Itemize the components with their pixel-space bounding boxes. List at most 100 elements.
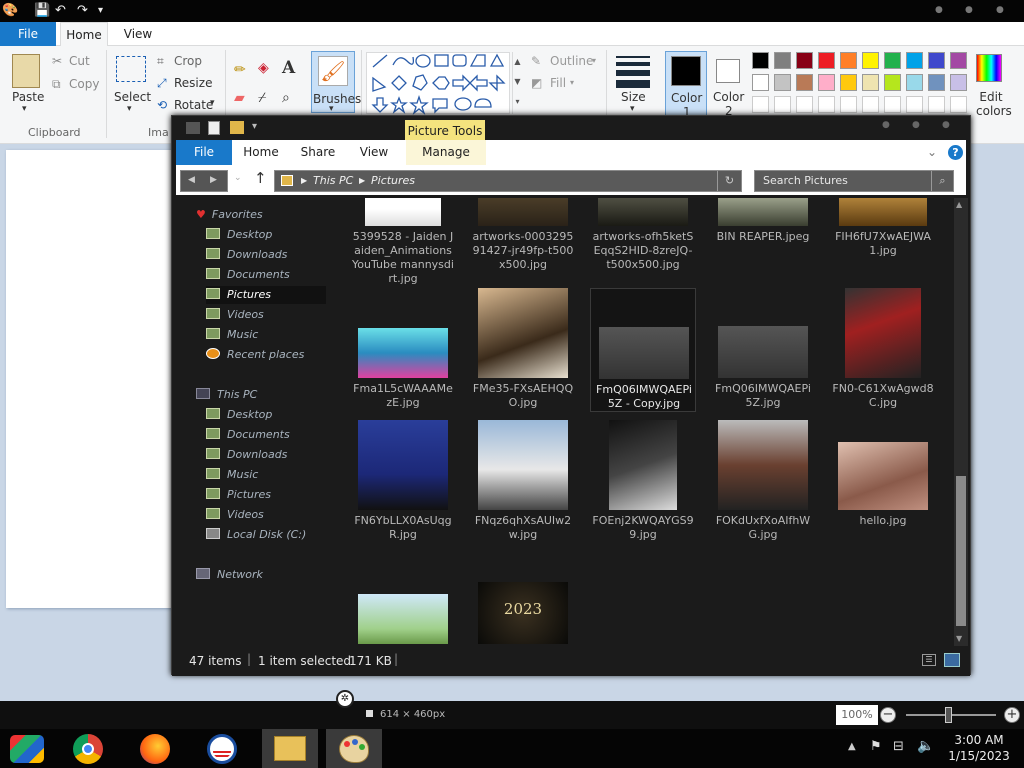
file-item[interactable]: FIH6fU7XwAEJWA1.jpg bbox=[830, 198, 936, 302]
clock[interactable]: 3:00 AM 1/15/2023 bbox=[940, 732, 1018, 764]
nav-item-local-disk-c[interactable]: Local Disk (C:) bbox=[206, 526, 306, 544]
tab-manage[interactable]: Manage bbox=[406, 140, 486, 165]
redo-icon[interactable]: ↷ bbox=[77, 3, 88, 18]
expand-ribbon-icon[interactable]: ⌄ bbox=[924, 140, 940, 165]
zoom-out-icon[interactable]: − bbox=[880, 707, 896, 723]
nav-item-desktop[interactable]: Desktop bbox=[206, 226, 272, 244]
size-button[interactable]: Size bbox=[621, 90, 646, 104]
file-item[interactable]: FOEnj2KWQAYGS99.jpg bbox=[590, 420, 696, 544]
color-swatch[interactable] bbox=[840, 74, 857, 91]
nav-item-downloads[interactable]: Downloads bbox=[206, 246, 287, 264]
shapes-icons[interactable] bbox=[367, 53, 511, 115]
new-folder-icon[interactable] bbox=[230, 121, 244, 134]
crop-icon[interactable]: ⌗ bbox=[157, 54, 164, 69]
color1-button[interactable]: Color 1 bbox=[665, 51, 707, 121]
help-icon[interactable]: ? bbox=[948, 145, 963, 160]
color-swatch[interactable] bbox=[862, 52, 879, 69]
chevron-down-icon[interactable]: ▾ bbox=[592, 56, 596, 65]
brushes-button[interactable]: 🖌 Brushes ▾ bbox=[311, 51, 361, 114]
forward-icon[interactable]: ▶ bbox=[210, 175, 217, 185]
magnifier-icon[interactable]: ⌕ bbox=[282, 90, 290, 106]
chevron-down-icon[interactable]: ▾ bbox=[570, 78, 574, 87]
scrollbar[interactable]: ▲ ▼ bbox=[954, 198, 968, 646]
chrome-taskbar-button[interactable] bbox=[60, 729, 116, 768]
color-swatch[interactable] bbox=[906, 74, 923, 91]
file-item[interactable]: artworks-ofh5ketSEqqS2HID-8zreJQ-t500x50… bbox=[590, 198, 696, 302]
color-swatch[interactable] bbox=[818, 96, 835, 113]
nav-favorites[interactable]: ♥ Favorites bbox=[196, 206, 263, 224]
color-swatch[interactable] bbox=[928, 96, 945, 113]
edit-colors-button[interactable]: Edit colors bbox=[976, 90, 1012, 118]
color-palette[interactable] bbox=[752, 52, 972, 118]
address-box[interactable]: ▶ This PC ▶ Pictures ↻ bbox=[274, 170, 742, 192]
chevron-down-icon[interactable]: ▾ bbox=[22, 104, 27, 114]
color-swatch[interactable] bbox=[840, 52, 857, 69]
nav-item-recent-places[interactable]: Recent places bbox=[206, 346, 304, 364]
close-icon[interactable]: ● bbox=[996, 5, 1004, 15]
obama-app-taskbar-button[interactable] bbox=[194, 729, 250, 768]
fill-button[interactable]: Fill bbox=[550, 76, 566, 90]
color-swatch[interactable] bbox=[950, 74, 967, 91]
tab-home[interactable]: Home bbox=[60, 22, 108, 46]
fill-bucket-icon[interactable]: ◈ bbox=[258, 60, 269, 76]
nav-item-pictures[interactable]: Pictures bbox=[206, 486, 271, 504]
tab-home[interactable]: Home bbox=[238, 140, 284, 165]
breadcrumb-pictures[interactable]: Pictures bbox=[371, 171, 415, 191]
network-status-icon[interactable]: ⊟ bbox=[893, 739, 904, 754]
file-item[interactable]: FMe35-FXsAEHQQO.jpg bbox=[470, 288, 576, 412]
file-item[interactable]: jews.jpg bbox=[350, 554, 456, 646]
close-icon[interactable]: ● bbox=[942, 120, 950, 130]
color-swatch[interactable] bbox=[774, 52, 791, 69]
color-swatch[interactable] bbox=[752, 52, 769, 69]
nav-item-videos[interactable]: Videos bbox=[206, 506, 264, 524]
zoom-in-icon[interactable]: + bbox=[1004, 707, 1020, 723]
properties-icon[interactable] bbox=[208, 121, 220, 135]
color-swatch[interactable] bbox=[884, 96, 901, 113]
color-swatch[interactable] bbox=[774, 96, 791, 113]
file-item[interactable]: hello.jpg bbox=[830, 420, 936, 544]
file-item[interactable]: artworks-000329591427-jr49fp-t500x500.jp… bbox=[470, 198, 576, 302]
quick-access-dropdown-icon[interactable]: ▾ bbox=[252, 121, 257, 132]
nav-this-pc[interactable]: This PC bbox=[196, 386, 257, 404]
maximize-icon[interactable]: ● bbox=[912, 120, 920, 130]
refresh-icon[interactable]: ↻ bbox=[717, 171, 741, 191]
maximize-icon[interactable]: ● bbox=[965, 5, 973, 15]
outline-button[interactable]: Outline bbox=[550, 54, 593, 68]
nav-item-desktop[interactable]: Desktop bbox=[206, 406, 272, 424]
quick-access-dropdown-icon[interactable]: ▾ bbox=[98, 5, 103, 16]
undo-icon[interactable]: ↶ bbox=[55, 3, 66, 18]
color-swatch[interactable] bbox=[884, 52, 901, 69]
color-picker-icon[interactable]: ⌿ bbox=[258, 90, 266, 106]
outline-icon[interactable]: ✎ bbox=[531, 54, 541, 68]
color-swatch[interactable] bbox=[818, 52, 835, 69]
scrollbar-thumb[interactable] bbox=[956, 476, 966, 626]
resize-icon[interactable]: ⤢ bbox=[157, 76, 167, 91]
color-swatch[interactable] bbox=[884, 74, 901, 91]
resize-button[interactable]: Resize bbox=[174, 76, 212, 90]
scroll-up-icon[interactable]: ▲ bbox=[956, 200, 962, 209]
start-button[interactable] bbox=[0, 729, 56, 768]
minimize-icon[interactable]: ● bbox=[935, 5, 943, 15]
color-swatch[interactable] bbox=[862, 96, 879, 113]
nav-item-music[interactable]: Music bbox=[206, 466, 258, 484]
file-item[interactable]: 5399528 - Jaiden Jaiden_Animations YouTu… bbox=[350, 198, 456, 288]
color-swatch[interactable] bbox=[774, 74, 791, 91]
shapes-gallery[interactable] bbox=[366, 52, 511, 115]
tab-file[interactable]: File bbox=[0, 22, 56, 46]
nav-item-downloads[interactable]: Downloads bbox=[206, 446, 287, 464]
breadcrumb-this-pc[interactable]: This PC bbox=[313, 171, 353, 191]
action-center-flag-icon[interactable]: ⚑ bbox=[870, 739, 882, 754]
paint-canvas[interactable] bbox=[6, 150, 174, 608]
nav-item-documents[interactable]: Documents bbox=[206, 426, 290, 444]
zoom-slider-thumb[interactable] bbox=[945, 707, 952, 723]
file-item[interactable]: FOKdUxfXoAIfhWG.jpg bbox=[710, 420, 816, 544]
paint-taskbar-button[interactable] bbox=[326, 729, 382, 768]
recent-locations-icon[interactable]: ⌄ bbox=[234, 173, 242, 183]
details-view-icon[interactable]: ☰ bbox=[922, 654, 936, 666]
color-swatch[interactable] bbox=[796, 52, 813, 69]
up-icon[interactable]: ↑ bbox=[254, 169, 267, 187]
file-item[interactable]: FNqz6qhXsAUIw2w.jpg bbox=[470, 420, 576, 544]
text-tool-icon[interactable]: A bbox=[282, 58, 295, 78]
size-icon[interactable] bbox=[616, 56, 650, 88]
color-swatch[interactable] bbox=[818, 74, 835, 91]
